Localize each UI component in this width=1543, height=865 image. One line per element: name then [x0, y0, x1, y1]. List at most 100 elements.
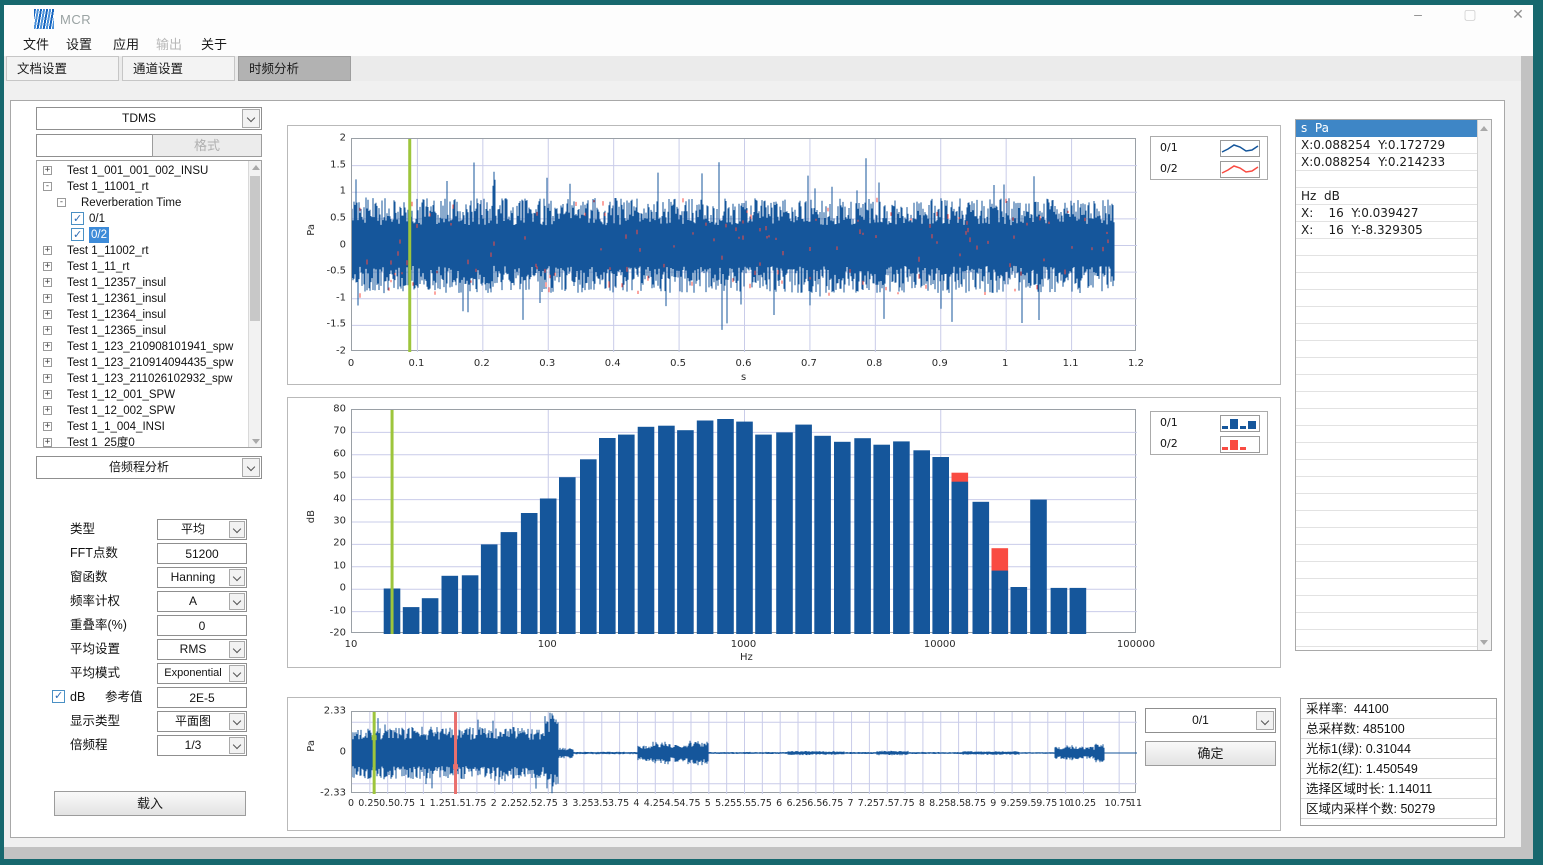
tree-item[interactable]: ✓0/1	[37, 211, 250, 227]
expander-plus-icon[interactable]: +	[43, 166, 52, 175]
readout-row[interactable]	[1296, 494, 1478, 511]
tree-item[interactable]: -Test 1_11001_rt	[37, 179, 250, 195]
readout-row[interactable]	[1296, 630, 1478, 647]
readout-row[interactable]	[1296, 239, 1478, 256]
expander-minus-icon[interactable]: -	[43, 182, 52, 191]
expander-plus-icon[interactable]: +	[43, 246, 52, 255]
expander-plus-icon[interactable]: +	[43, 294, 52, 303]
field-select-4[interactable]: A	[157, 591, 247, 612]
tree-item[interactable]: +Test 1_123_211026102932_spw	[37, 371, 250, 387]
tree-item[interactable]: +Test 1_12357_insul	[37, 275, 250, 291]
field-select-10[interactable]: 1/3	[157, 735, 247, 756]
tab-3[interactable]: 时频分析	[238, 56, 351, 81]
close-button[interactable]: ✕	[1503, 2, 1533, 26]
menu-item-2[interactable]: 设置	[62, 33, 96, 56]
checkbox[interactable]: ✓	[71, 228, 84, 241]
tree-item[interactable]: +Test 1_1_004_INSI	[37, 419, 250, 435]
confirm-button[interactable]: 确定	[1145, 741, 1276, 766]
chevron-down-icon[interactable]	[229, 521, 245, 538]
readout-row[interactable]	[1296, 545, 1478, 562]
tab-1[interactable]: 文档设置	[6, 56, 119, 81]
field-select-1[interactable]: 平均	[157, 519, 247, 540]
readout-row[interactable]	[1296, 324, 1478, 341]
field-select-6[interactable]: RMS	[157, 639, 247, 660]
tree-item[interactable]: +Test 1_123_210914094435_spw	[37, 355, 250, 371]
file-tree[interactable]: +Test 1_001_001_002_INSU-Test 1_11001_rt…	[36, 160, 262, 448]
readout-row[interactable]	[1296, 511, 1478, 528]
expander-plus-icon[interactable]: +	[43, 326, 52, 335]
scroll-up-arrow[interactable]	[249, 161, 261, 173]
tree-item[interactable]: -Reverberation Time	[37, 195, 250, 211]
menu-item-3[interactable]: 应用	[109, 33, 143, 56]
tree-item[interactable]: +Test 1_12364_insul	[37, 307, 250, 323]
chevron-down-icon[interactable]	[229, 737, 245, 754]
chevron-down-icon[interactable]	[229, 713, 245, 730]
tree-scrollbar[interactable]	[248, 161, 261, 447]
readout-row[interactable]	[1296, 443, 1478, 460]
analysis-type-select[interactable]: 倍频程分析	[36, 456, 262, 479]
expander-minus-icon[interactable]: -	[57, 198, 66, 207]
db-checkbox[interactable]: ✓	[52, 690, 65, 703]
field-select-7[interactable]: Exponential	[157, 663, 247, 684]
readout-row[interactable]: X:0.088254 Y:0.172729	[1296, 137, 1478, 154]
expander-plus-icon[interactable]: +	[43, 438, 52, 447]
format-type-select[interactable]: TDMS	[36, 107, 262, 130]
checkbox[interactable]: ✓	[71, 212, 84, 225]
expander-plus-icon[interactable]: +	[43, 374, 52, 383]
readout-row[interactable]	[1296, 579, 1478, 596]
chevron-down-icon[interactable]	[242, 458, 260, 477]
readout-row[interactable]	[1296, 375, 1478, 392]
field-select-3[interactable]: Hanning	[157, 567, 247, 588]
readout-row[interactable]: Hz dB	[1296, 188, 1478, 205]
menu-item-5[interactable]: 关于	[197, 33, 231, 56]
menu-item-1[interactable]: 文件	[19, 33, 53, 56]
readout-row[interactable]: s Pa	[1296, 120, 1478, 137]
expander-plus-icon[interactable]: +	[43, 342, 52, 351]
field-select-9[interactable]: 平面图	[157, 711, 247, 732]
readout-row[interactable]	[1296, 596, 1478, 613]
octave-plot[interactable]	[351, 409, 1136, 633]
legend-row[interactable]: 0/2	[1151, 159, 1267, 180]
legend-row[interactable]: 0/1	[1151, 138, 1267, 159]
scroll-down-arrow[interactable]	[249, 435, 261, 447]
chevron-down-icon[interactable]	[242, 109, 260, 128]
legend-row[interactable]: 0/2	[1151, 434, 1267, 455]
chevron-down-icon[interactable]	[229, 641, 245, 658]
tree-item[interactable]: +Test 1_11002_rt	[37, 243, 250, 259]
scroll-up-arrow[interactable]	[1478, 122, 1491, 134]
readout-row[interactable]	[1296, 460, 1478, 477]
expander-plus-icon[interactable]: +	[43, 390, 52, 399]
menu-item-4[interactable]: 输出	[152, 33, 186, 56]
scrollbar-thumb[interactable]	[250, 176, 260, 321]
scroll-down-arrow[interactable]	[1478, 636, 1491, 648]
format-button[interactable]: 格式	[152, 134, 262, 157]
tree-item[interactable]: +Test 1_12365_insul	[37, 323, 250, 339]
readout-row[interactable]: X: 16 Y:-8.329305	[1296, 222, 1478, 239]
chevron-down-icon[interactable]	[229, 593, 245, 610]
expander-plus-icon[interactable]: +	[43, 262, 52, 271]
tree-item[interactable]: +Test 1_001_001_002_INSU	[37, 163, 250, 179]
readout-row[interactable]	[1296, 528, 1478, 545]
expander-plus-icon[interactable]: +	[43, 310, 52, 319]
field-input-8[interactable]	[157, 687, 247, 708]
expander-plus-icon[interactable]: +	[43, 278, 52, 287]
tree-item[interactable]: +Test 1_12361_insul	[37, 291, 250, 307]
expander-plus-icon[interactable]: +	[43, 358, 52, 367]
field-input-5[interactable]	[157, 615, 247, 636]
minimize-button[interactable]: –	[1403, 2, 1433, 26]
filter-input[interactable]	[36, 134, 153, 157]
chevron-down-icon[interactable]	[229, 665, 245, 682]
tree-item[interactable]: +Test 1_11_rt	[37, 259, 250, 275]
overview-plot[interactable]	[351, 711, 1136, 793]
readout-row[interactable]	[1296, 392, 1478, 409]
field-input-2[interactable]	[157, 543, 247, 564]
tree-item[interactable]: +Test 1_12_002_SPW	[37, 403, 250, 419]
readout-row[interactable]	[1296, 358, 1478, 375]
cursor-readout-list[interactable]: s PaX:0.088254 Y:0.172729X:0.088254 Y:0.…	[1295, 119, 1492, 651]
readout-row[interactable]	[1296, 256, 1478, 273]
chevron-down-icon[interactable]	[229, 569, 245, 586]
tree-item[interactable]: +Test 1_12_001_SPW	[37, 387, 250, 403]
readout-row[interactable]	[1296, 409, 1478, 426]
readout-row[interactable]: X:0.088254 Y:0.214233	[1296, 154, 1478, 171]
chevron-down-icon[interactable]	[1256, 711, 1274, 730]
